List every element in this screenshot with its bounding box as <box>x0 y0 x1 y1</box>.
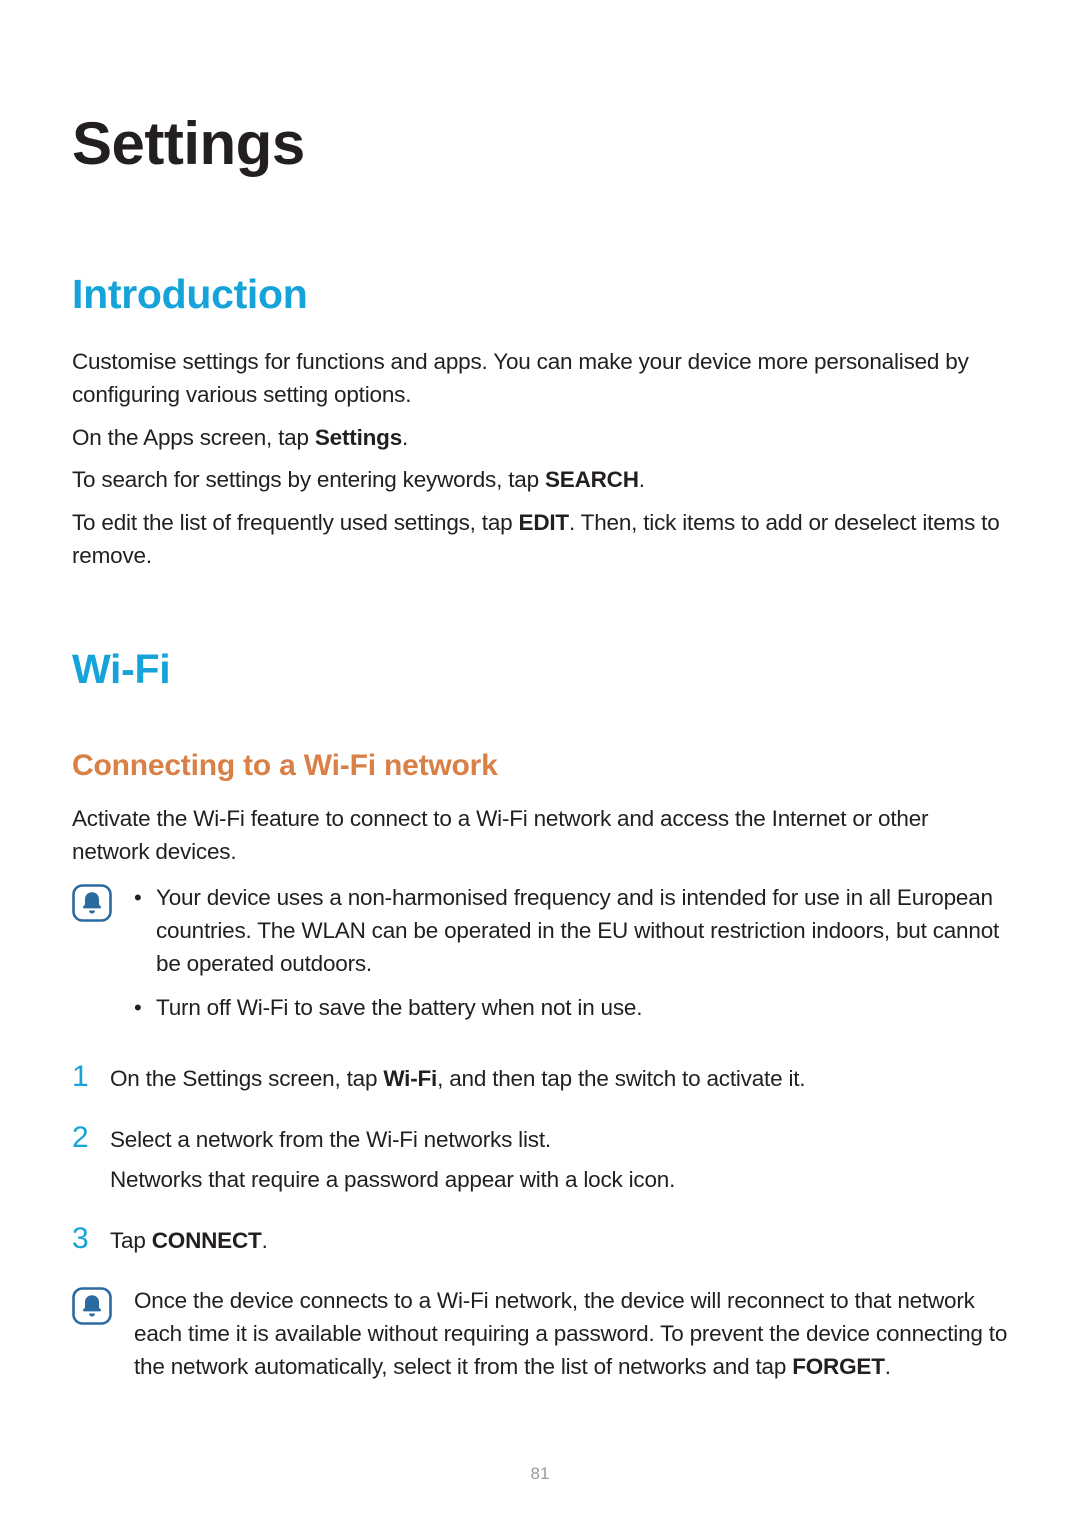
wifi-paragraph-1: Activate the Wi-Fi feature to connect to… <box>72 803 1010 868</box>
edit-label: EDIT <box>519 510 569 535</box>
intro-paragraph-1: Customise settings for functions and app… <box>72 346 1010 411</box>
step-body: Tap CONNECT. <box>110 1225 1010 1266</box>
step-2-line-1: Select a network from the Wi-Fi networks… <box>110 1124 1010 1157</box>
text: . <box>885 1354 891 1379</box>
note-content: Your device uses a non-harmonised freque… <box>134 882 1010 1037</box>
connect-label: CONNECT <box>152 1228 262 1253</box>
note-bullet-1: Your device uses a non-harmonised freque… <box>134 882 1010 980</box>
step-number: 2 <box>72 1123 96 1153</box>
text: . <box>639 467 645 492</box>
step-2: 2 Select a network from the Wi-Fi networ… <box>72 1124 1010 1205</box>
bell-icon <box>72 884 112 922</box>
intro-paragraph-2: On the Apps screen, tap Settings. <box>72 422 1010 455</box>
note-content: Once the device connects to a Wi-Fi netw… <box>134 1285 1010 1383</box>
text: To edit the list of frequently used sett… <box>72 510 519 535</box>
step-body: On the Settings screen, tap Wi-Fi, and t… <box>110 1063 1010 1104</box>
step-body: Select a network from the Wi-Fi networks… <box>110 1124 1010 1205</box>
note-bullet-2: Turn off Wi-Fi to save the battery when … <box>134 992 1010 1025</box>
text: Tap <box>110 1228 152 1253</box>
steps-list: 1 On the Settings screen, tap Wi-Fi, and… <box>72 1063 1010 1266</box>
section-heading-wifi: Wi-Fi <box>72 640 1010 699</box>
forget-label: FORGET <box>792 1354 885 1379</box>
note-callout: Your device uses a non-harmonised freque… <box>72 882 1010 1037</box>
wifi-label: Wi-Fi <box>383 1066 437 1091</box>
text: To search for settings by entering keywo… <box>72 467 545 492</box>
text: On the Apps screen, tap <box>72 425 315 450</box>
settings-label: Settings <box>315 425 402 450</box>
subsection-heading-connecting: Connecting to a Wi-Fi network <box>72 744 1010 788</box>
step-1: 1 On the Settings screen, tap Wi-Fi, and… <box>72 1063 1010 1104</box>
text: . <box>402 425 408 450</box>
page-content: Settings Introduction Customise settings… <box>0 0 1080 1433</box>
intro-paragraph-3: To search for settings by entering keywo… <box>72 464 1010 497</box>
bell-icon <box>72 1287 112 1325</box>
section-heading-introduction: Introduction <box>72 265 1010 324</box>
text: On the Settings screen, tap <box>110 1066 383 1091</box>
page-title: Settings <box>72 100 1010 187</box>
intro-paragraph-4: To edit the list of frequently used sett… <box>72 507 1010 572</box>
step-3: 3 Tap CONNECT. <box>72 1225 1010 1266</box>
note-callout: Once the device connects to a Wi-Fi netw… <box>72 1285 1010 1383</box>
step-number: 3 <box>72 1224 96 1254</box>
text: , and then tap the switch to activate it… <box>437 1066 805 1091</box>
search-label: SEARCH <box>545 467 639 492</box>
text: . <box>262 1228 268 1253</box>
page-number: 81 <box>0 1462 1080 1487</box>
step-2-line-2: Networks that require a password appear … <box>110 1164 1010 1197</box>
step-number: 1 <box>72 1062 96 1092</box>
